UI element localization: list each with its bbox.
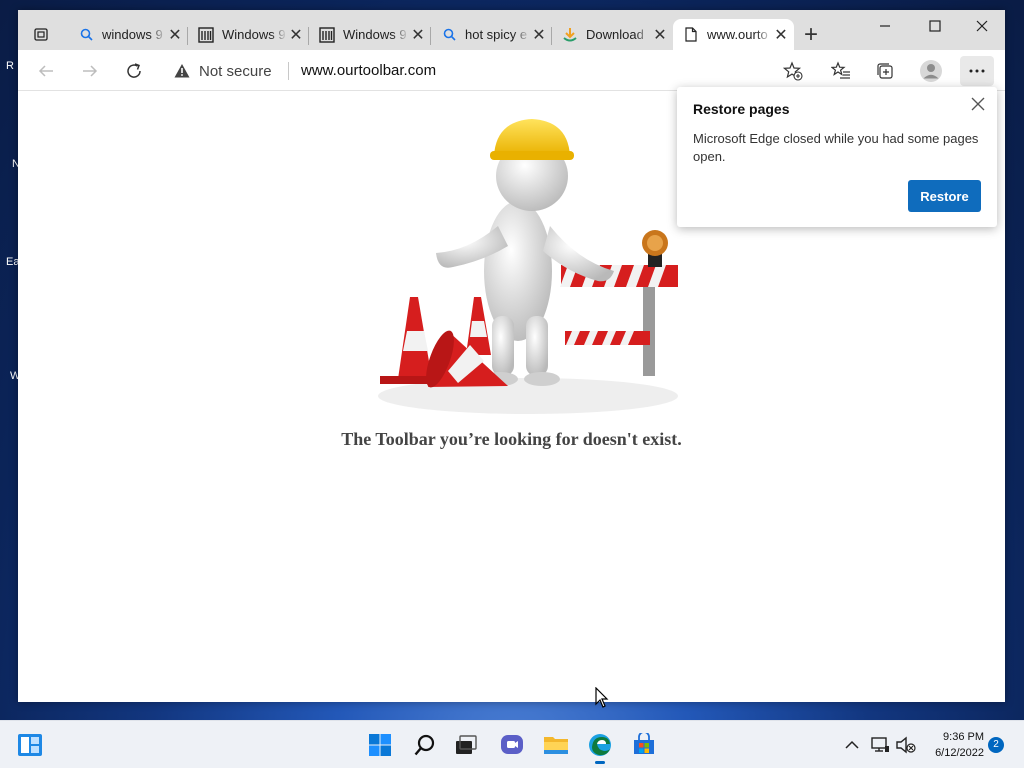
chat-icon — [501, 735, 523, 754]
edge-icon — [589, 734, 611, 756]
favorites-icon — [831, 61, 850, 79]
star-add-icon — [783, 61, 803, 81]
system-clock[interactable]: 9:36 PM 6/12/2022 — [924, 729, 984, 761]
tab-hot-spicy-search[interactable]: hot spicy e ✕ — [431, 19, 552, 50]
mouse-cursor-icon — [595, 687, 609, 708]
traffic-cones — [380, 297, 508, 388]
tab-windows-search[interactable]: windows 9 ✕ — [68, 19, 188, 50]
search-icon — [414, 734, 435, 756]
download-app-icon — [562, 27, 578, 43]
popup-title: Restore pages — [693, 101, 790, 117]
volume-button[interactable] — [890, 729, 922, 761]
tab-download[interactable]: Download ✕ — [552, 19, 673, 50]
tab-actions-icon — [34, 28, 48, 41]
start-icon — [369, 734, 391, 756]
clock-time: 9:36 PM — [943, 731, 984, 743]
volume-muted-icon — [896, 736, 916, 754]
address-bar-url[interactable]: www.ourtoolbar.com — [301, 60, 436, 82]
tab-title: Download — [586, 27, 644, 42]
add-favorite-button[interactable] — [778, 56, 808, 86]
minimize-icon — [880, 25, 890, 27]
search-button[interactable] — [409, 729, 441, 761]
collections-button[interactable] — [870, 56, 900, 86]
back-arrow-icon — [38, 65, 53, 77]
close-tab-icon[interactable]: ✕ — [772, 26, 790, 44]
security-indicator[interactable]: Not secure — [174, 60, 272, 82]
widgets-button[interactable] — [14, 729, 46, 761]
file-explorer-icon — [544, 737, 568, 754]
refresh-icon — [127, 63, 141, 78]
close-tab-icon[interactable]: ✕ — [651, 26, 669, 44]
tab-windows-library-2[interactable]: Windows 9 ✕ — [309, 19, 431, 50]
store-icon — [634, 733, 654, 754]
library-icon — [198, 26, 214, 43]
security-label: Not secure — [199, 62, 272, 80]
close-tab-icon[interactable]: ✕ — [409, 26, 427, 44]
under-construction-illustration — [378, 119, 678, 414]
restore-pages-popup: Restore pages Microsoft Edge closed whil… — [677, 87, 997, 227]
new-tab-button[interactable]: + — [798, 23, 824, 49]
address-divider — [288, 62, 289, 80]
library-icon — [319, 26, 335, 43]
warning-icon — [174, 64, 190, 78]
network-icon — [871, 737, 889, 752]
tab-ourtoolbar[interactable]: www.ourto ✕ — [673, 19, 794, 50]
close-popup-button[interactable] — [967, 93, 989, 115]
forward-arrow-icon — [83, 65, 98, 77]
edge-taskbar-button[interactable] — [584, 729, 616, 764]
tab-title: Windows 9 — [343, 27, 407, 42]
tab-strip: windows 9 ✕ Windows 9 ✕ Windows 9 ✕ hot … — [18, 10, 1005, 50]
avatar-icon — [920, 60, 942, 82]
close-icon — [976, 20, 988, 32]
navigation-toolbar: Not secure www.ourtoolbar.com — [18, 50, 1005, 91]
tab-title: Windows 9 — [222, 27, 286, 42]
page-icon — [683, 27, 699, 43]
close-tab-icon[interactable]: ✕ — [287, 26, 305, 44]
minimize-button[interactable] — [862, 14, 908, 38]
search-icon — [441, 27, 457, 43]
close-icon — [971, 97, 985, 111]
task-view-button[interactable] — [450, 729, 482, 761]
tab-title: windows 9 — [102, 27, 163, 42]
close-tab-icon[interactable]: ✕ — [166, 26, 184, 44]
close-tab-icon[interactable]: ✕ — [530, 26, 548, 44]
tab-windows-library-1[interactable]: Windows 9 ✕ — [188, 19, 309, 50]
clock-date: 6/12/2022 — [935, 747, 984, 759]
maximize-button[interactable] — [912, 14, 958, 38]
settings-more-button[interactable] — [960, 56, 994, 86]
barricade — [560, 230, 678, 376]
profile-button[interactable] — [916, 56, 946, 86]
notification-badge[interactable]: 2 — [988, 737, 1004, 753]
error-message: The Toolbar you’re looking for doesn't e… — [341, 429, 682, 449]
back-button[interactable] — [31, 56, 61, 86]
search-icon — [78, 27, 94, 43]
maximize-icon — [929, 20, 941, 32]
favorites-button[interactable] — [826, 56, 856, 86]
tab-title: hot spicy e — [465, 27, 528, 42]
task-view-icon — [456, 735, 477, 754]
tab-title: www.ourto — [707, 27, 768, 42]
popup-message: Microsoft Edge closed while you had some… — [693, 131, 979, 164]
file-explorer-button[interactable] — [540, 729, 572, 761]
taskbar: 9:36 PM 6/12/2022 2 — [0, 720, 1024, 768]
store-button[interactable] — [628, 729, 660, 761]
refresh-button[interactable] — [119, 56, 149, 86]
more-dots-icon — [969, 69, 985, 73]
chevron-up-icon — [845, 740, 859, 749]
collections-icon — [877, 63, 893, 79]
restore-button[interactable]: Restore — [908, 180, 981, 212]
close-window-button[interactable] — [959, 14, 1005, 38]
forward-button[interactable] — [75, 56, 105, 86]
widgets-icon — [18, 734, 42, 756]
start-button[interactable] — [364, 729, 396, 761]
chat-button[interactable] — [496, 729, 528, 761]
tab-actions-menu[interactable] — [26, 21, 56, 47]
